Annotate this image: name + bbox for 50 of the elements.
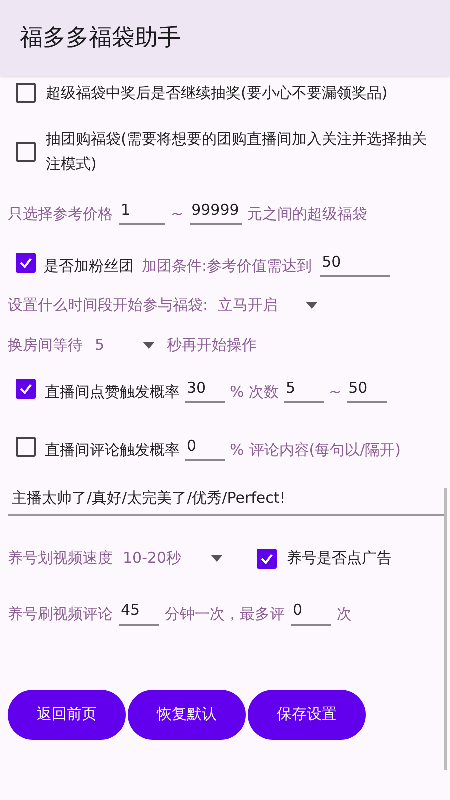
dropdown[interactable]: 立马开启 (218, 294, 318, 316)
label: 直播间点赞触发概率 (45, 382, 180, 402)
label: 养号划视频速度 (8, 548, 113, 570)
label: 秒再开始操作 (167, 334, 257, 356)
label: 养号是否点广告 (287, 548, 392, 570)
label: ~ (171, 204, 184, 224)
option-label: 超级福袋中奖后是否继续抽奖(要小心不要漏领奖品) (46, 82, 388, 104)
comment-field[interactable]: 主播太帅了/真好/太完美了/优秀/Perfect! (8, 487, 446, 516)
checkmark-icon (260, 552, 274, 566)
checkmark-icon (19, 256, 33, 270)
label: 养号刷视频评论 (8, 604, 113, 625)
label: % 次数 (230, 382, 280, 402)
input-field[interactable]: 45 (119, 599, 159, 626)
caret-icon (306, 302, 318, 308)
checkbox[interactable] (16, 437, 36, 457)
label: 元之间的超级福袋 (248, 204, 368, 224)
caret-icon (143, 342, 155, 348)
checkbox[interactable] (16, 379, 36, 399)
action-button[interactable]: 恢复默认 (128, 690, 246, 740)
label: 只选择参考价格 (8, 204, 113, 224)
action-button[interactable]: 保存设置 (248, 690, 366, 740)
checkbox[interactable] (16, 142, 36, 162)
checkbox[interactable] (16, 83, 36, 103)
input-field[interactable]: 30 (185, 376, 225, 403)
caret-icon (211, 555, 223, 562)
input-field[interactable]: 50 (320, 250, 390, 277)
checkbox[interactable] (16, 253, 36, 273)
label: 分钟一次，最多评 (165, 604, 285, 625)
input-field[interactable]: 5 (284, 376, 324, 403)
input-field[interactable]: 50 (346, 376, 387, 403)
app-title: 福多多福袋助手 (20, 24, 181, 53)
dropdown[interactable]: 10-20秒 (123, 547, 223, 570)
checkbox[interactable] (257, 548, 277, 568)
label: % (230, 440, 244, 460)
input-field[interactable]: 0 (291, 599, 331, 626)
label: 加团条件:参考价值需达到 (142, 256, 312, 276)
label: 直播间评论触发概率 (45, 440, 180, 460)
input-field[interactable]: 99999 (190, 198, 242, 225)
checkmark-icon (19, 382, 33, 396)
input-field[interactable]: 0 (185, 434, 225, 461)
label: 换房间等待 (8, 334, 83, 356)
label: 设置什么时间段开始参与福袋: (8, 294, 208, 316)
label: 评论内容(每句以/隔开) (249, 440, 402, 460)
label: 是否加粉丝团 (44, 256, 134, 276)
dropdown[interactable]: 5 (95, 334, 155, 356)
label: ~ (329, 382, 342, 402)
input-field[interactable]: 1 (119, 198, 165, 225)
label: 次 (337, 604, 352, 625)
option-label: 抽团购福袋(需要将想要的团购直播间加入关注并选择抽关注模式) (46, 129, 428, 175)
action-button[interactable]: 返回前页 (8, 690, 126, 740)
